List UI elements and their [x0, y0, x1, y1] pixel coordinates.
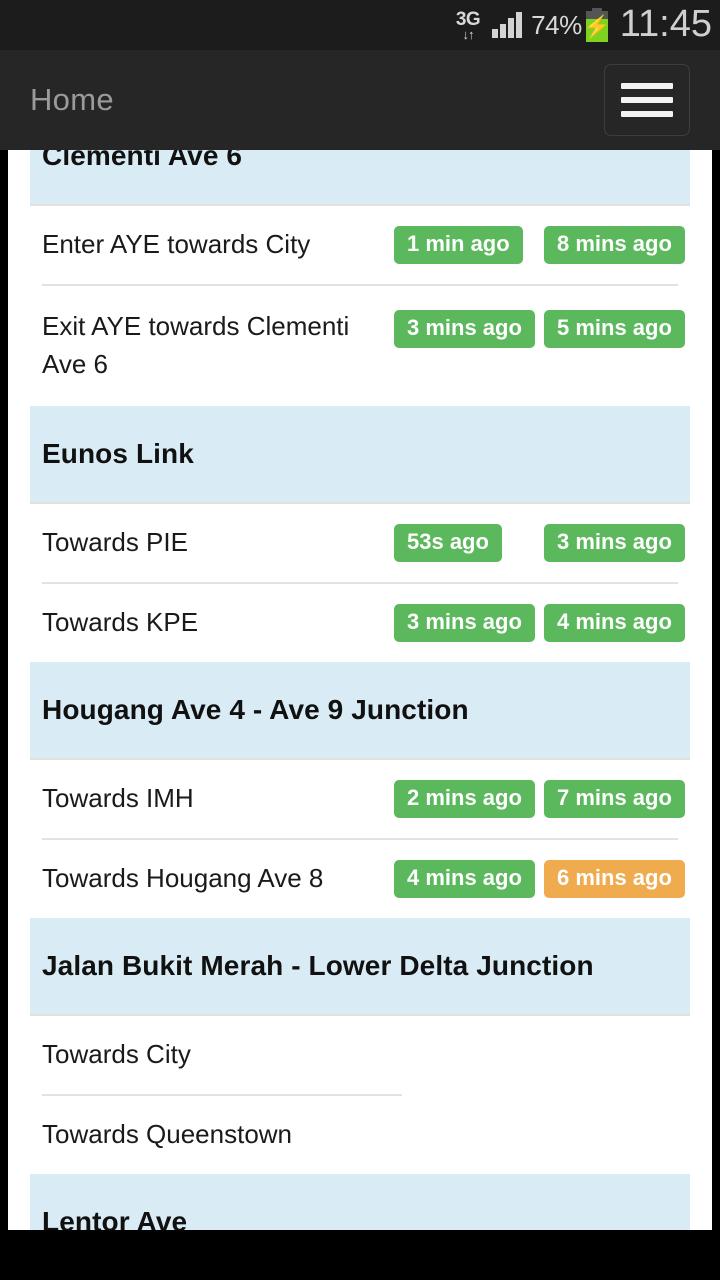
- status-bar: 3G ↓↑ 74% ⚡ 11:45: [0, 0, 720, 50]
- timing-badges: 3 mins ago 4 mins ago: [394, 604, 685, 642]
- direction-label: Towards KPE: [42, 607, 199, 638]
- network-type-indicator: 3G ↓↑: [455, 8, 481, 42]
- data-transfer-arrows-icon: ↓↑: [462, 26, 474, 42]
- app-bar: Home: [0, 50, 720, 150]
- status-badge: 8 mins ago: [544, 226, 685, 264]
- direction-label: Exit AYE towards Clementi Ave 6: [42, 311, 350, 379]
- section-title: Lentor Ave: [42, 1206, 188, 1230]
- list-item[interactable]: Towards Hougang Ave 8 4 mins ago 6 mins ag…: [30, 840, 690, 918]
- battery-charging-icon: ⚡: [583, 8, 610, 42]
- section-title: Eunos Link: [42, 438, 194, 469]
- status-bar-clock: 11:45: [619, 2, 712, 45]
- network-type-label: 3G: [455, 8, 481, 30]
- direction-label: Towards Hougang Ave 8: [42, 863, 324, 894]
- road-list: Clementi Ave 6 Enter AYE towards City 1 mi…: [8, 150, 712, 1230]
- section-header[interactable]: Lentor Ave: [30, 1174, 690, 1230]
- signal-strength-icon: [492, 12, 524, 38]
- direction-label: Towards City: [42, 1039, 191, 1070]
- status-badge: 5 mins ago: [544, 310, 685, 348]
- page-title: Home: [30, 82, 114, 117]
- section-header[interactable]: Clementi Ave 6: [30, 150, 690, 206]
- status-badge: 3 mins ago: [544, 524, 685, 562]
- list-item[interactable]: Towards IMH 2 mins ago 7 mins ago: [30, 760, 690, 838]
- direction-label: Towards Queenstown: [42, 1119, 293, 1150]
- timing-badges: 2 mins ago 7 mins ago: [394, 780, 685, 818]
- timing-badges: 3 mins ago 5 mins ago: [394, 310, 685, 348]
- section-title: Clementi Ave 6: [42, 150, 243, 171]
- status-badge: 4 mins ago: [394, 860, 535, 898]
- phone-screen: 3G ↓↑ 74% ⚡ 11:45 Home Clementi Ave 6 Ent…: [0, 0, 720, 1280]
- direction-label: Towards PIE: [42, 527, 188, 558]
- direction-label: Enter AYE towards City: [42, 229, 311, 260]
- list-item[interactable]: Towards City: [30, 1016, 690, 1094]
- status-badge: 3 mins ago: [394, 604, 535, 642]
- list-item[interactable]: Towards Queenstown: [30, 1096, 690, 1174]
- section-header[interactable]: Eunos Link: [30, 406, 690, 504]
- status-badge: 3 mins ago: [394, 310, 535, 348]
- timing-badges: 53s ago 3 mins ago: [394, 524, 685, 562]
- section-title: Hougang Ave 4 - Ave 9 Junction: [42, 694, 469, 725]
- status-badge: 7 mins ago: [544, 780, 685, 818]
- scroll-container[interactable]: Clementi Ave 6 Enter AYE towards City 1 mi…: [0, 150, 720, 1280]
- hamburger-menu-icon[interactable]: [604, 64, 690, 136]
- section-title: Jalan Bukit Merah - Lower Delta Junction: [42, 950, 594, 981]
- battery-percent-label: 74%: [531, 9, 582, 40]
- status-badge: 1 min ago: [394, 226, 523, 264]
- direction-label: Towards IMH: [42, 783, 194, 814]
- section-header[interactable]: Jalan Bukit Merah - Lower Delta Junction: [30, 918, 690, 1016]
- status-badge: 6 mins ago: [544, 860, 685, 898]
- status-badge: 53s ago: [394, 524, 502, 562]
- list-item[interactable]: Exit AYE towards Clementi Ave 6 3 mins ag…: [30, 286, 690, 406]
- list-item[interactable]: Enter AYE towards City 1 min ago 8 mins ag…: [30, 206, 690, 284]
- status-badge: 4 mins ago: [544, 604, 685, 642]
- list-item[interactable]: Towards KPE 3 mins ago 4 mins ago: [30, 584, 690, 662]
- section-header[interactable]: Hougang Ave 4 - Ave 9 Junction: [30, 662, 690, 760]
- status-badge: 2 mins ago: [394, 780, 535, 818]
- timing-badges: 4 mins ago 6 mins ago: [394, 860, 685, 898]
- list-item[interactable]: Towards PIE 53s ago 3 mins ago: [30, 504, 690, 582]
- timing-badges: 1 min ago 8 mins ago: [394, 226, 685, 264]
